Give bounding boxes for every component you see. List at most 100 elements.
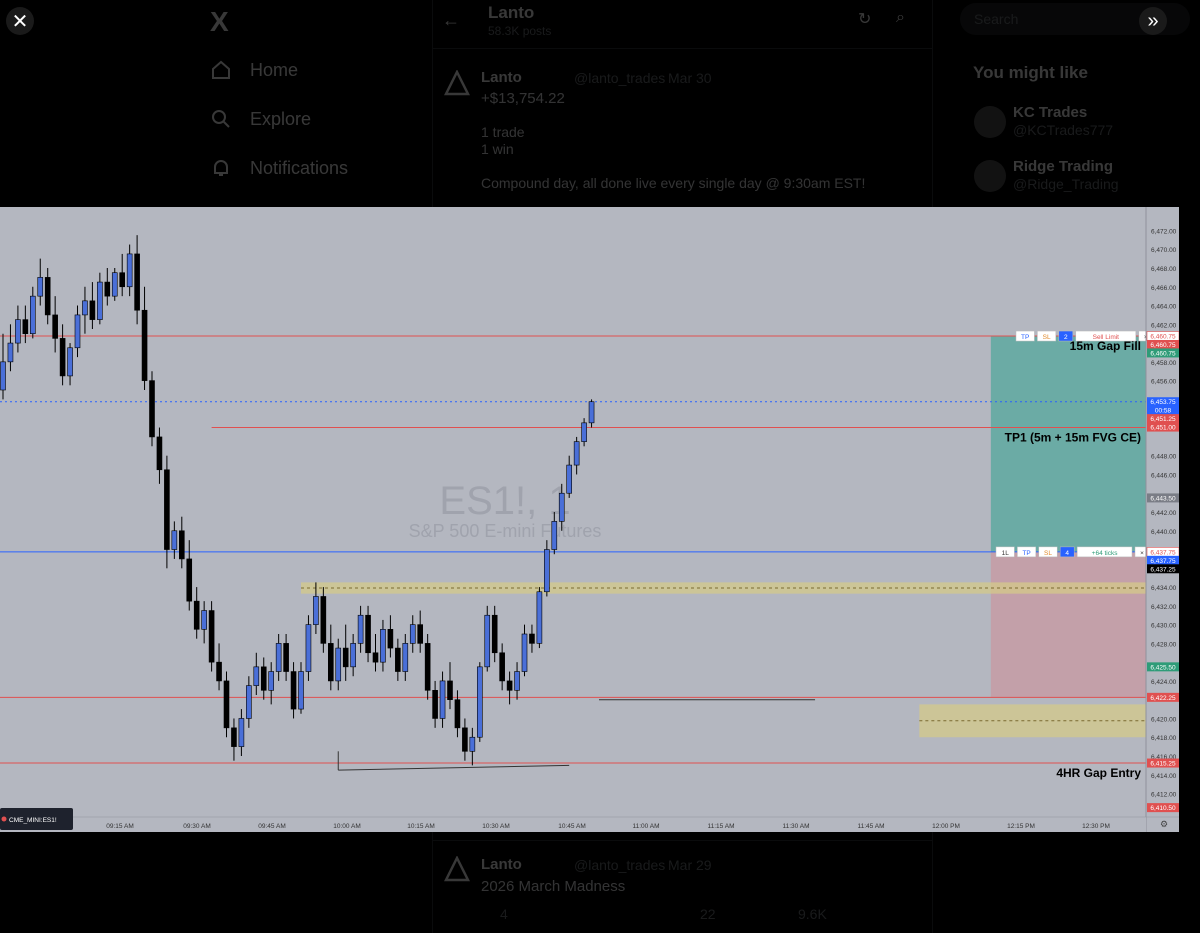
back-arrow-icon[interactable]: ← — [442, 10, 460, 31]
candle-body — [52, 314, 58, 339]
view-count[interactable]: 9.6K — [798, 906, 827, 922]
bell-icon — [214, 160, 228, 176]
like-count[interactable]: 22 — [700, 906, 716, 922]
order-tag-label: TP — [1021, 334, 1029, 341]
candle-body — [164, 469, 170, 550]
nav-notifications[interactable]: Notifications — [210, 157, 348, 179]
candle-body — [179, 530, 185, 560]
candle-body — [275, 643, 282, 672]
header-divider — [432, 48, 932, 49]
candle-body — [462, 727, 468, 752]
candle-body — [7, 342, 14, 363]
candle-body — [506, 680, 513, 691]
time-tick-label: 10:15 AM — [407, 823, 434, 830]
post-handle[interactable]: @lanto_trades — [574, 857, 665, 873]
candle-body — [439, 680, 446, 719]
candle-body — [521, 633, 528, 672]
nav-home[interactable]: Home — [210, 59, 298, 81]
price-tick-label: 6,434.00 — [1151, 585, 1177, 592]
price-tick-label: 6,472.00 — [1151, 228, 1177, 235]
price-label-text: 6,443.50 — [1150, 495, 1176, 502]
suggestion-avatar[interactable] — [974, 160, 1006, 192]
price-tick-label: 6,462.00 — [1151, 322, 1177, 329]
level-annotation: TP1 (5m + 15m FVG CE) — [1005, 431, 1141, 445]
settings-icon: ⚙ — [1160, 819, 1168, 829]
reply-count[interactable]: 4 — [500, 906, 508, 922]
x-logo[interactable]: X — [210, 6, 229, 38]
candle-body — [529, 633, 535, 644]
candle-body — [476, 666, 483, 738]
right-edge-strip — [1179, 207, 1200, 832]
candle-body — [313, 596, 319, 625]
order-tag-label: SL — [1043, 334, 1051, 341]
suggestion-avatar[interactable] — [974, 106, 1006, 138]
candle-body — [320, 596, 327, 644]
price-label-text: 6,425.50 — [1150, 664, 1176, 671]
candle-body — [491, 614, 498, 654]
price-label-text: 00:58 — [1155, 408, 1172, 415]
header-subtitle: 58.3K posts — [488, 24, 552, 38]
avatar[interactable] — [443, 69, 471, 96]
candle-body — [268, 671, 275, 691]
avatar[interactable] — [443, 855, 471, 882]
candle-body — [231, 727, 237, 747]
price-label-text: 6,415.25 — [1150, 761, 1176, 768]
suggestion-name[interactable]: Ridge Trading — [1013, 158, 1113, 175]
price-tick-label: 6,430.00 — [1151, 623, 1177, 630]
candle-body — [126, 253, 133, 288]
candle-body — [536, 591, 543, 644]
price-tick-label: 6,458.00 — [1151, 360, 1177, 367]
candle-body — [551, 521, 558, 550]
candle-body — [424, 643, 431, 691]
time-tick-label: 11:15 AM — [708, 823, 735, 830]
post-handle[interactable]: @lanto_trades — [574, 70, 665, 86]
nav-explore-label: Explore — [250, 108, 312, 129]
candle-body — [432, 690, 438, 719]
price-tick-label: 6,442.00 — [1151, 510, 1177, 517]
nav-home-label: Home — [250, 59, 299, 80]
nav-explore[interactable]: Explore — [210, 108, 311, 130]
order-tag-label: × — [1140, 550, 1144, 557]
candle-body — [193, 600, 200, 630]
time-tick-label: 10:00 AM — [333, 823, 360, 830]
candle-body — [395, 647, 401, 672]
post-date[interactable]: Mar 30 — [668, 70, 712, 86]
header-search-icon[interactable]: ⌕ — [896, 9, 905, 27]
post-author[interactable]: Lanto — [481, 856, 522, 873]
home-icon — [212, 60, 230, 79]
price-label-text: 6,410.50 — [1150, 805, 1176, 812]
price-tick-label: 6,470.00 — [1151, 247, 1177, 254]
watermark-description: S&P 500 E-mini Futures — [409, 521, 602, 541]
time-tick-label: 11:45 AM — [858, 823, 885, 830]
candle-body — [208, 610, 215, 663]
candle-body — [469, 736, 476, 752]
expand-button[interactable]: » — [1139, 7, 1167, 35]
close-button[interactable]: ✕ — [6, 7, 34, 35]
price-tick-label: 6,412.00 — [1151, 792, 1177, 799]
refresh-icon[interactable]: ↻ — [858, 9, 871, 29]
candle-body — [89, 300, 96, 320]
candle-body — [402, 643, 409, 672]
price-tick-label: 6,440.00 — [1151, 529, 1177, 536]
price-tick-label: 6,428.00 — [1151, 641, 1177, 648]
price-tick-label: 6,420.00 — [1151, 716, 1177, 723]
time-tick-label: 12:00 PM — [932, 823, 960, 830]
suggestion-name[interactable]: KC Trades — [1013, 104, 1087, 121]
candle-body — [29, 295, 36, 334]
price-tick-label: 6,432.00 — [1151, 604, 1177, 611]
post-date[interactable]: Mar 29 — [668, 857, 712, 873]
post-line-2: 1 win — [481, 141, 514, 157]
candle-body — [186, 558, 193, 602]
candle-body — [380, 629, 386, 663]
candle-body — [238, 718, 245, 747]
post-author[interactable]: Lanto — [481, 69, 522, 86]
candle-body — [573, 441, 580, 466]
candle-body — [290, 671, 297, 710]
candle-body — [111, 272, 118, 297]
order-tag-label: +64 ticks — [1092, 550, 1119, 557]
time-tick-label: 09:45 AM — [258, 823, 285, 830]
time-tick-label: 09:15 AM — [106, 823, 133, 830]
candle-body — [484, 614, 491, 668]
price-tick-label: 6,424.00 — [1151, 679, 1177, 686]
symbol-dot-icon — [1, 816, 7, 822]
